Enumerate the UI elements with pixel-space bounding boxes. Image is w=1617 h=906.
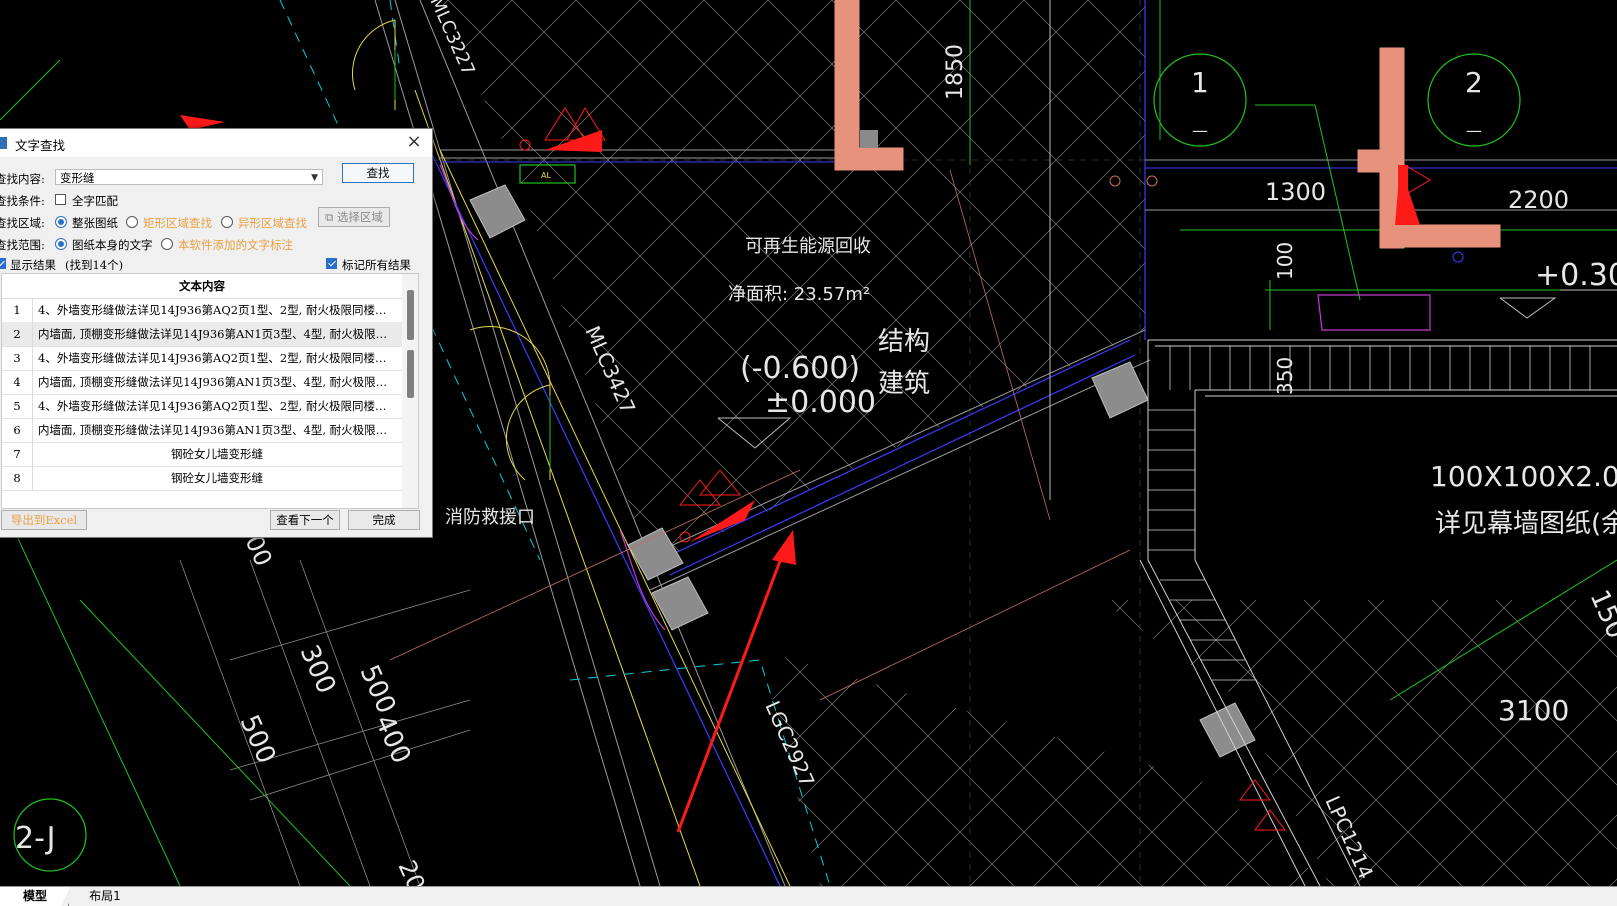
table-row[interactable]: 2 内墙面, 顶棚变形缝做法详见14J936第AN1页3型、4型, 耐火极限… bbox=[2, 322, 402, 347]
dim-100-text: 100 bbox=[1273, 242, 1297, 280]
curtain-size-text: 100X100X2.0 bbox=[1430, 460, 1617, 493]
search-combo-value: 变形缝 bbox=[60, 171, 95, 185]
row-number: 8 bbox=[2, 466, 33, 490]
dim-20-text: 20 bbox=[393, 856, 431, 886]
dim-2200-text: 2200 bbox=[1508, 186, 1569, 214]
fire-rescue-text: 消防救援口 bbox=[445, 507, 535, 528]
table-scrollbar[interactable] bbox=[402, 274, 418, 508]
axis-1-sub-text: — bbox=[1192, 121, 1208, 140]
scrollbar-thumb[interactable] bbox=[407, 350, 414, 398]
row-text: 4、外墙变形缝做法详见14J936第AQ2页1型、2型, 耐火极限同楼… bbox=[38, 399, 387, 413]
row-text: 内墙面, 顶棚变形缝做法详见14J936第AN1页3型、4型, 耐火极限… bbox=[38, 375, 388, 389]
show-results-label: 显示结果 bbox=[10, 258, 56, 272]
axis-2-text: 2 bbox=[1465, 66, 1483, 99]
text-find-dialog: 文字查找 × 查找内容: 变形缝 ▼ 查找 查找条件: 全字匹配 查找区域: 整… bbox=[0, 128, 433, 538]
axis-2j-text: 2-J bbox=[15, 821, 55, 856]
table-header: 文本内容 bbox=[2, 274, 402, 299]
tab-layout1[interactable]: 布局1 bbox=[68, 887, 141, 906]
row-number: 2 bbox=[2, 322, 33, 346]
row-number: 7 bbox=[2, 442, 33, 466]
level-arch-text: ±0.000 bbox=[765, 385, 876, 420]
dim-1300-text: 1300 bbox=[1265, 178, 1326, 206]
scrollbar-thumb[interactable] bbox=[407, 290, 414, 340]
table-row[interactable]: 5 4、外墙变形缝做法详见14J936第AQ2页1型、2型, 耐火极限同楼… bbox=[2, 394, 402, 419]
show-results-checkbox[interactable] bbox=[0, 258, 6, 269]
label-struct-text: 结构 bbox=[878, 327, 930, 357]
table-row[interactable]: 4 内墙面, 顶棚变形缝做法详见14J936第AN1页3型、4型, 耐火极限… bbox=[2, 370, 402, 395]
row-number: 3 bbox=[2, 346, 33, 370]
scope-software-label: 本软件添加的文字标注 bbox=[178, 238, 293, 252]
area-label: 查找区域: bbox=[0, 216, 45, 230]
row-number: 4 bbox=[2, 370, 33, 394]
done-button[interactable]: 完成 bbox=[348, 510, 420, 530]
dim-300-text: 300 bbox=[294, 641, 342, 699]
tab-model[interactable]: 模型 bbox=[0, 887, 70, 906]
row-number: 1 bbox=[2, 298, 33, 322]
mark-all-checkbox[interactable] bbox=[326, 258, 337, 269]
whole-word-checkbox[interactable] bbox=[55, 194, 66, 205]
export-excel-button[interactable]: 导出到Excel bbox=[1, 510, 87, 530]
dim-500-text: 500 bbox=[354, 661, 402, 719]
table-row[interactable]: 6 内墙面, 顶棚变形缝做法详见14J936第AN1页3型、4型, 耐火极限… bbox=[2, 418, 402, 443]
dialog-title-bar[interactable]: 文字查找 × bbox=[0, 129, 432, 157]
dim-3100-text: 3100 bbox=[1498, 694, 1569, 727]
table-row[interactable]: 7 钢砼女儿墙变形缝 bbox=[2, 442, 402, 467]
scope-drawing-label: 图纸本身的文字 bbox=[72, 238, 153, 252]
scope-drawing-radio[interactable] bbox=[55, 238, 67, 250]
mark-all-label: 标记所有结果 bbox=[342, 258, 411, 272]
area-whole-label: 整张图纸 bbox=[72, 216, 118, 230]
app-icon bbox=[0, 137, 7, 149]
search-combo[interactable]: 变形缝 ▼ bbox=[55, 169, 323, 185]
chevron-down-icon[interactable]: ▼ bbox=[311, 170, 318, 186]
hatch-area bbox=[440, 0, 1145, 565]
scope-label: 查找范围: bbox=[0, 238, 45, 252]
curtain-note-text: 详见幕墙图纸(余同) bbox=[1435, 509, 1617, 539]
dim-350-text: 350 bbox=[1273, 357, 1297, 395]
next-result-button[interactable]: 查看下一个 bbox=[270, 510, 340, 530]
layout-tab-bar: 模型 布局1 bbox=[0, 886, 1617, 906]
dialog-title: 文字查找 bbox=[15, 138, 66, 153]
area-whole-radio[interactable] bbox=[55, 216, 67, 228]
dim-500b-text: 500 bbox=[234, 711, 282, 769]
results-table: 文本内容 1 4、外墙变形缝做法详见14J936第AQ2页1型、2型, 耐火极限… bbox=[1, 273, 419, 509]
dim-1850-text: 1850 bbox=[943, 44, 968, 100]
area-rect-label: 矩形区域查找 bbox=[143, 216, 212, 230]
select-area-icon: ⧉ bbox=[325, 210, 334, 224]
level-struct-text: (-0.600) bbox=[740, 351, 860, 386]
area-irregular-radio[interactable] bbox=[221, 216, 233, 228]
level-right-text: +0.30 bbox=[1535, 258, 1617, 293]
row-number: 5 bbox=[2, 394, 33, 418]
row-text: 4、外墙变形缝做法详见14J936第AQ2页1型、2型, 耐火极限同楼… bbox=[38, 303, 387, 317]
axis-2-sub-text: — bbox=[1466, 121, 1482, 140]
row-text: 内墙面, 顶棚变形缝做法详见14J936第AN1页3型、4型, 耐火极限… bbox=[38, 327, 388, 341]
table-row[interactable]: 8 钢砼女儿墙变形缝 bbox=[2, 466, 402, 491]
row-text: 内墙面, 顶棚变形缝做法详见14J936第AN1页3型、4型, 耐火极限… bbox=[38, 423, 388, 437]
whole-word-label: 全字匹配 bbox=[72, 194, 118, 208]
row-text: 钢砼女儿墙变形缝 bbox=[171, 447, 263, 461]
label-arch-text: 建筑 bbox=[878, 369, 930, 399]
row-text: 钢砼女儿墙变形缝 bbox=[171, 471, 263, 485]
area-irregular-label: 异形区域查找 bbox=[238, 216, 307, 230]
table-row[interactable]: 1 4、外墙变形缝做法详见14J936第AQ2页1型、2型, 耐火极限同楼… bbox=[2, 298, 402, 323]
table-row[interactable]: 3 4、外墙变形缝做法详见14J936第AQ2页1型、2型, 耐火极限同楼… bbox=[2, 346, 402, 371]
row-text: 4、外墙变形缝做法详见14J936第AQ2页1型、2型, 耐火极限同楼… bbox=[38, 351, 387, 365]
small-tag-text: AL bbox=[541, 171, 551, 180]
condition-label: 查找条件: bbox=[0, 194, 45, 208]
search-content-label: 查找内容: bbox=[0, 172, 45, 186]
select-area-label: 选择区域 bbox=[336, 210, 383, 224]
results-count: (找到14个) bbox=[65, 258, 124, 272]
area-rect-radio[interactable] bbox=[126, 216, 138, 228]
search-button[interactable]: 查找 bbox=[342, 163, 414, 183]
close-icon[interactable]: × bbox=[404, 132, 424, 152]
room-name-text: 可再生能源回收 bbox=[745, 236, 871, 257]
scope-software-radio[interactable] bbox=[161, 238, 173, 250]
row-number: 6 bbox=[2, 418, 33, 442]
net-area-text: 净面积: 23.57m² bbox=[728, 284, 870, 305]
dim-400-text: 400 bbox=[369, 711, 417, 769]
select-area-button[interactable]: ⧉ 选择区域 bbox=[318, 207, 390, 227]
axis-1-text: 1 bbox=[1191, 66, 1209, 99]
